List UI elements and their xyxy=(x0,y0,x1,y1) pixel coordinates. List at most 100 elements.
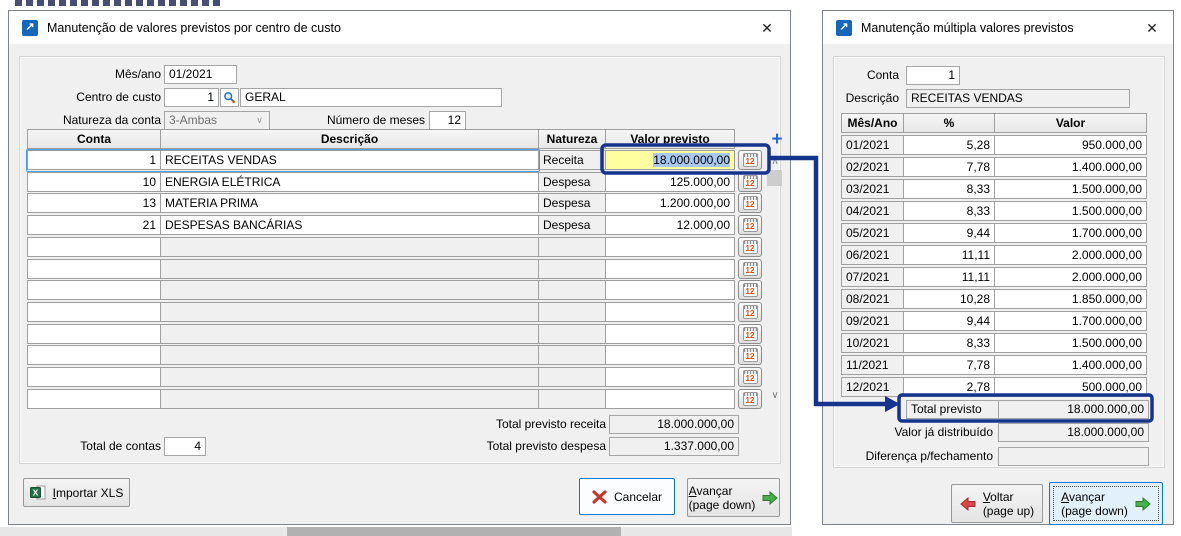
month-row: 11/2021 7,78 1.400.000,00 xyxy=(841,355,1147,375)
calendar-button[interactable]: 12 xyxy=(738,258,762,279)
valor-cell[interactable]: 1.700.000,00 xyxy=(994,311,1147,331)
scroll-up-icon[interactable]: ∧ xyxy=(767,157,783,169)
pct-cell[interactable]: 7,78 xyxy=(903,157,995,177)
descricao-cell[interactable] xyxy=(160,258,539,279)
pct-cell[interactable]: 11,11 xyxy=(903,267,995,287)
valor-previsto-cell[interactable] xyxy=(605,345,735,366)
table-row-empty: 12 xyxy=(27,301,762,322)
valor-previsto-cell[interactable] xyxy=(605,367,735,387)
calendar-button[interactable]: 12 xyxy=(738,171,762,192)
conta-cell[interactable] xyxy=(27,258,161,279)
valor-previsto-cell[interactable]: 12.000,00 xyxy=(605,215,735,236)
descricao-cell[interactable] xyxy=(160,323,539,344)
mes-ano-field[interactable]: 01/2021 xyxy=(164,65,237,84)
calendar-button[interactable]: 12 xyxy=(738,323,762,344)
pct-cell[interactable]: 8,33 xyxy=(903,179,995,199)
valor-cell[interactable]: 1.400.000,00 xyxy=(994,157,1147,177)
calendar-button[interactable]: 12 xyxy=(738,150,762,170)
conta-cell[interactable] xyxy=(27,345,161,366)
cancelar-button[interactable]: Cancelar xyxy=(579,478,675,515)
calendar-button[interactable]: 12 xyxy=(738,388,762,409)
voltar-button[interactable]: Voltar (page up) xyxy=(951,484,1043,523)
valor-previsto-cell[interactable]: 125.000,00 xyxy=(605,171,735,192)
app-chart-icon: ↗ xyxy=(836,19,852,36)
lookup-button[interactable] xyxy=(220,88,239,107)
calendar-button[interactable]: 12 xyxy=(738,236,762,257)
conta-cell[interactable] xyxy=(27,236,161,257)
conta-field[interactable]: 1 xyxy=(906,66,960,85)
valor-cell[interactable]: 2.000.000,00 xyxy=(994,267,1147,287)
calendar-button[interactable]: 12 xyxy=(738,345,762,366)
conta-cell[interactable]: 1 xyxy=(27,150,161,170)
valor-cell[interactable]: 1.700.000,00 xyxy=(994,223,1147,243)
valor-cell[interactable]: 1.400.000,00 xyxy=(994,355,1147,375)
calendar-button[interactable]: 12 xyxy=(738,280,762,301)
valor-previsto-cell[interactable]: 1.200.000,00 xyxy=(605,193,735,214)
calendar-button[interactable]: 12 xyxy=(738,193,762,214)
valor-previsto-cell[interactable] xyxy=(605,388,735,409)
calendar-icon: 12 xyxy=(742,283,758,298)
vertical-scrollbar-thumb[interactable] xyxy=(767,170,782,186)
descricao-cell[interactable]: RECEITAS VENDAS xyxy=(160,150,539,170)
descricao-cell[interactable]: MATERIA PRIMA xyxy=(160,193,539,214)
valor-cell[interactable]: 2.000.000,00 xyxy=(994,245,1147,265)
pct-cell[interactable]: 5,28 xyxy=(903,135,995,155)
conta-cell[interactable] xyxy=(27,323,161,344)
conta-cell[interactable]: 10 xyxy=(27,171,161,192)
importar-xls-button[interactable]: X Importar XLS xyxy=(23,478,130,507)
calendar-button[interactable]: 12 xyxy=(738,301,762,322)
conta-cell[interactable] xyxy=(27,301,161,322)
total-de-contas-label: Total de contas xyxy=(80,439,161,453)
horizontal-scrollbar-thumb[interactable] xyxy=(287,527,621,536)
valor-previsto-cell[interactable] xyxy=(605,301,735,322)
centro-custo-name-field[interactable]: GERAL xyxy=(240,88,502,107)
descricao-cell[interactable] xyxy=(160,388,539,409)
valor-cell[interactable]: 1.850.000,00 xyxy=(994,289,1147,309)
pct-cell[interactable]: 8,33 xyxy=(903,333,995,353)
pct-cell[interactable]: 10,28 xyxy=(903,289,995,309)
conta-cell[interactable] xyxy=(27,280,161,301)
valor-cell[interactable]: 1.500.000,00 xyxy=(994,201,1147,221)
valor-previsto-cell[interactable] xyxy=(605,280,735,301)
mes-ano-cell: 09/2021 xyxy=(841,311,904,331)
valor-previsto-cell[interactable] xyxy=(605,323,735,344)
valor-previsto-cell-selected[interactable]: 18.000.000,00 xyxy=(605,150,735,170)
pct-cell[interactable]: 9,44 xyxy=(903,223,995,243)
valor-cell[interactable]: 1.500.000,00 xyxy=(994,333,1147,353)
pct-cell[interactable]: 9,44 xyxy=(903,311,995,331)
scroll-down-icon[interactable]: ∨ xyxy=(767,391,783,403)
calendar-button[interactable]: 12 xyxy=(738,367,762,387)
numero-meses-field[interactable]: 12 xyxy=(429,111,466,130)
avancar-button-focused[interactable]: Avançar (page down) xyxy=(1049,482,1163,525)
conta-cell[interactable]: 13 xyxy=(27,193,161,214)
background-horizontal-scrollbar[interactable] xyxy=(0,527,792,536)
close-icon[interactable]: ✕ xyxy=(1141,18,1163,38)
add-row-plus-icon[interactable]: + xyxy=(768,130,786,149)
pct-cell[interactable]: 11,11 xyxy=(903,245,995,265)
centro-custo-code-field[interactable]: 1 xyxy=(164,88,219,107)
pct-cell[interactable]: 7,78 xyxy=(903,355,995,375)
valor-previsto-cell[interactable] xyxy=(605,258,735,279)
pct-cell[interactable]: 8,33 xyxy=(903,201,995,221)
valor-cell[interactable]: 950.000,00 xyxy=(994,135,1147,155)
valor-cell[interactable]: 500.000,00 xyxy=(994,377,1147,397)
descricao-cell[interactable] xyxy=(160,280,539,301)
descricao-cell[interactable] xyxy=(160,301,539,322)
calendar-button[interactable]: 12 xyxy=(738,215,762,236)
valor-cell[interactable]: 1.500.000,00 xyxy=(994,179,1147,199)
conta-cell[interactable]: 21 xyxy=(27,215,161,236)
descricao-cell[interactable]: DESPESAS BANCÁRIAS xyxy=(160,215,539,236)
close-icon[interactable]: ✕ xyxy=(756,18,778,38)
table-row-empty: 12 xyxy=(27,367,762,387)
conta-cell[interactable] xyxy=(27,367,161,387)
descricao-cell[interactable] xyxy=(160,367,539,387)
descricao-cell[interactable] xyxy=(160,236,539,257)
descricao-cell[interactable]: ENERGIA ELÉTRICA xyxy=(160,171,539,192)
descricao-cell[interactable] xyxy=(160,345,539,366)
conta-cell[interactable] xyxy=(27,388,161,409)
valor-previsto-cell[interactable] xyxy=(605,236,735,257)
avancar-button[interactable]: Avançar (page down) xyxy=(687,478,780,517)
pct-cell[interactable]: 2,78 xyxy=(903,377,995,397)
month-row: 04/2021 8,33 1.500.000,00 xyxy=(841,201,1147,221)
left-titlebar: ↗ Manutenção de valores previstos por ce… xyxy=(9,11,790,44)
